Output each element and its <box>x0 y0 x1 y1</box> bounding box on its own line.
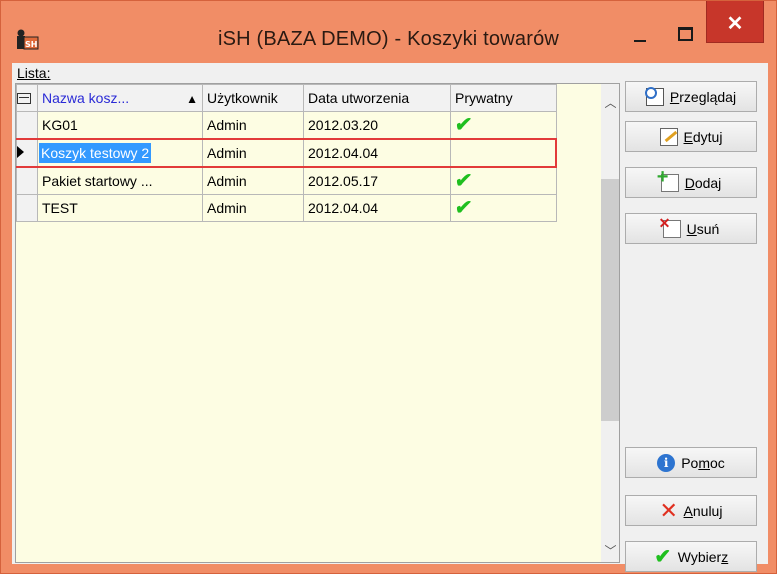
vertical-scrollbar[interactable]: ︿ ﹀ <box>601 84 619 562</box>
magnifier-icon <box>644 86 664 106</box>
cell-name-text: TEST <box>42 200 78 216</box>
help-button-label: Pomoc <box>681 454 725 471</box>
cell-name[interactable]: KG01 <box>37 111 203 140</box>
cell-user[interactable]: Admin <box>202 194 304 222</box>
window: SH iSH (BAZA DEMO) - Koszyki towarów ✕ L… <box>0 0 777 574</box>
cell-name-text: KG01 <box>42 117 78 133</box>
cross-icon: ✕ <box>659 497 678 523</box>
column-header-date[interactable]: Data utworzenia <box>303 84 451 112</box>
cell-date[interactable]: 2012.04.04 <box>303 138 451 168</box>
edit-button-label: Edytuj <box>683 128 723 145</box>
edit-button[interactable]: Edytuj <box>625 121 757 152</box>
sort-ascending-icon: ▲ <box>186 92 198 106</box>
row-indicator[interactable] <box>16 111 38 140</box>
cell-user[interactable]: Admin <box>202 111 304 140</box>
check-icon: ✔ <box>654 545 672 568</box>
add-button-label: Dodaj <box>684 174 722 191</box>
column-header-name[interactable]: Nazwa kosz... ▲ <box>37 84 203 112</box>
cell-user[interactable]: Admin <box>202 166 304 195</box>
close-button[interactable]: ✕ <box>706 1 764 43</box>
cancel-button[interactable]: ✕ Anuluj <box>625 495 757 526</box>
delete-button[interactable]: Usuń <box>625 213 757 244</box>
column-header-user[interactable]: Użytkownik <box>202 84 304 112</box>
browse-button[interactable]: Przeglądaj <box>625 81 757 112</box>
basket-table: Nazwa kosz... ▲ Użytkownik Data utworzeni… <box>16 84 557 222</box>
title-bar[interactable]: SH iSH (BAZA DEMO) - Koszyki towarów ✕ <box>1 1 776 63</box>
table-row[interactable]: Koszyk testowy 2 Admin 2012.04.04 <box>16 138 557 168</box>
help-button[interactable]: i Pomoc <box>625 447 757 478</box>
cancel-button-label: Anuluj <box>683 502 723 519</box>
cell-name[interactable]: Pakiet startowy ... <box>37 166 203 195</box>
cell-name[interactable]: TEST <box>37 194 203 222</box>
cell-name[interactable]: Koszyk testowy 2 <box>37 138 203 168</box>
scroll-down-icon[interactable]: ﹀ <box>601 542 619 558</box>
table-row[interactable]: KG01 Admin 2012.03.20 ✔ <box>16 111 557 140</box>
pencil-icon <box>659 127 678 146</box>
cell-date[interactable]: 2012.03.20 <box>303 111 451 140</box>
list-label: Lista: <box>17 65 51 81</box>
row-pointer-icon <box>17 146 24 158</box>
cell-private[interactable]: ✔ <box>450 194 557 222</box>
minimize-button[interactable] <box>617 23 663 53</box>
maximize-button[interactable] <box>662 23 708 53</box>
row-indicator[interactable] <box>16 166 38 195</box>
scroll-up-icon[interactable]: ︿ <box>601 94 619 110</box>
row-indicator[interactable] <box>16 194 38 222</box>
cell-name-text: Pakiet startowy ... <box>42 173 153 189</box>
select-button-label: Wybierz <box>677 548 729 565</box>
column-header-private[interactable]: Prywatny <box>450 84 557 112</box>
add-icon <box>657 166 679 192</box>
grid-header-row: Nazwa kosz... ▲ Użytkownik Data utworzeni… <box>16 84 557 112</box>
select-button[interactable]: ✔ Wybierz <box>625 541 757 572</box>
cell-name-text: Koszyk testowy 2 <box>39 143 152 163</box>
basket-grid[interactable]: Nazwa kosz... ▲ Użytkownik Data utworzeni… <box>15 83 620 563</box>
cell-date[interactable]: 2012.04.04 <box>303 194 451 222</box>
cell-user[interactable]: Admin <box>202 138 304 168</box>
checkmark-icon: ✔ <box>453 114 474 136</box>
cell-private[interactable] <box>450 138 557 168</box>
cell-private[interactable]: ✔ <box>450 111 557 140</box>
info-icon: i <box>657 453 676 472</box>
scroll-thumb[interactable] <box>601 179 619 421</box>
row-indicator[interactable] <box>16 138 38 168</box>
browse-button-label: Przeglądaj <box>669 88 737 105</box>
table-row[interactable]: Pakiet startowy ... Admin 2012.05.17 ✔ <box>16 166 557 195</box>
checkmark-icon: ✔ <box>453 197 474 219</box>
column-chooser-icon[interactable] <box>16 84 38 112</box>
cell-date[interactable]: 2012.05.17 <box>303 166 451 195</box>
table-row[interactable]: TEST Admin 2012.04.04 ✔ <box>16 194 557 222</box>
cell-private[interactable]: ✔ <box>450 166 557 195</box>
delete-button-label: Usuń <box>686 220 720 237</box>
client-area: Lista: Nazwa kosz... ▲ Użytkownik Data ut… <box>12 63 768 572</box>
delete-icon <box>659 215 681 238</box>
close-icon: ✕ <box>726 13 744 35</box>
checkmark-icon: ✔ <box>453 170 474 192</box>
add-button[interactable]: Dodaj <box>625 166 757 198</box>
